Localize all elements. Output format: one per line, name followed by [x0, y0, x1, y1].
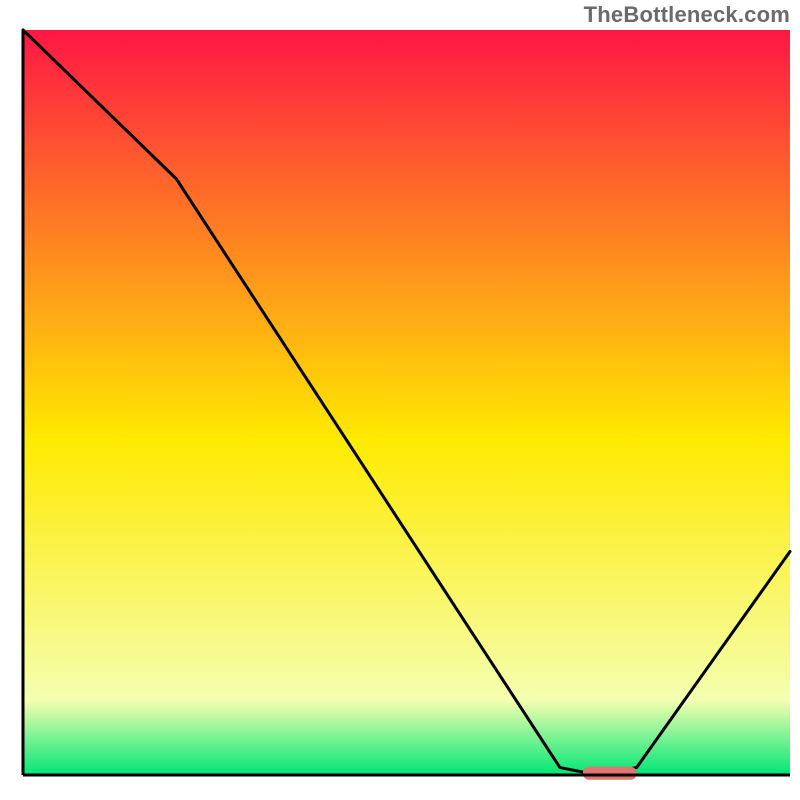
optimal-zone-marker	[583, 767, 637, 780]
bottleneck-chart	[0, 0, 800, 800]
chart-container: TheBottleneck.com	[0, 0, 800, 800]
